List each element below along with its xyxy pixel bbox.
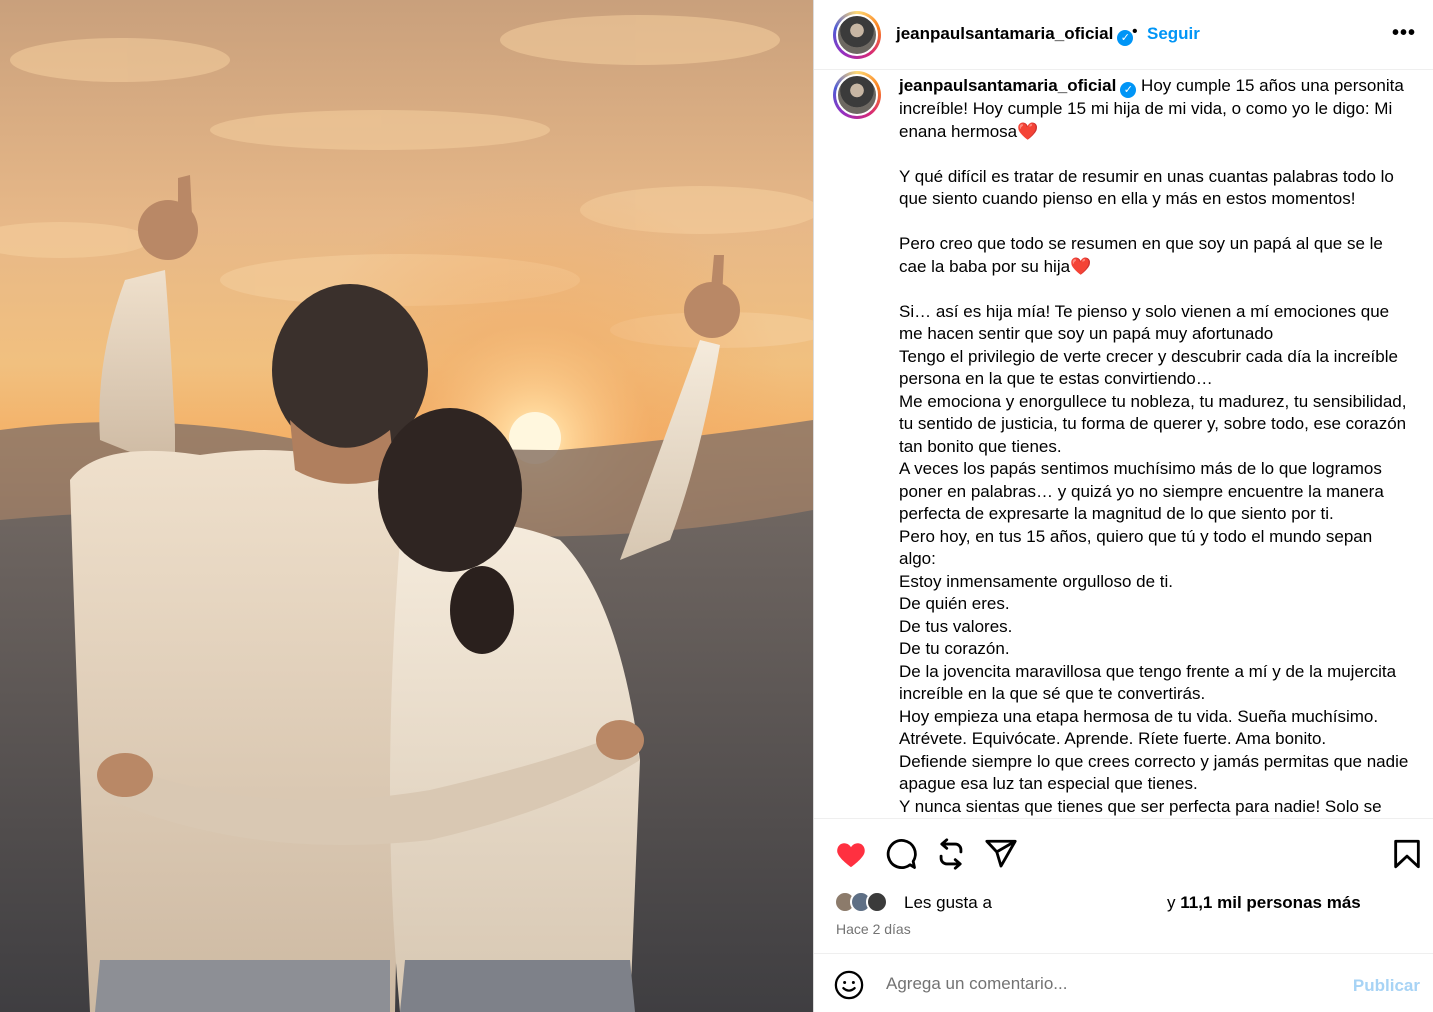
username-link[interactable]: jeanpaulsantamaria_oficial ✓ <box>896 24 1134 46</box>
username-text: jeanpaulsantamaria_oficial <box>896 24 1114 43</box>
caption-username[interactable]: jeanpaulsantamaria_oficial ✓ <box>899 76 1137 98</box>
share-icon[interactable] <box>984 837 1018 871</box>
comment-icon[interactable] <box>884 837 918 871</box>
caption-avatar[interactable] <box>833 71 881 119</box>
post-header: jeanpaulsantamaria_oficial ✓ • Seguir ••• <box>814 0 1433 70</box>
follow-button[interactable]: Seguir <box>1147 24 1200 44</box>
caption-text: Hoy cumple 15 años una personita increíb… <box>899 76 1409 816</box>
emoji-icon[interactable] <box>834 970 864 1000</box>
likes-prefix: Les gusta a <box>904 893 992 912</box>
comment-bar: Publicar <box>814 953 1433 1012</box>
verified-badge-icon: ✓ <box>1120 82 1137 98</box>
avatar[interactable] <box>833 11 881 59</box>
caption-username-text: jeanpaulsantamaria_oficial <box>899 76 1117 95</box>
comment-input[interactable] <box>886 968 1326 1000</box>
verified-badge-icon: ✓ <box>1117 30 1134 46</box>
separator-dot: • <box>1132 23 1138 40</box>
publish-button[interactable]: Publicar <box>1353 976 1420 996</box>
more-options-icon[interactable]: ••• <box>1392 22 1416 45</box>
post-photo-illustration <box>0 0 813 1012</box>
likes-summary[interactable]: Les gusta a y 11,1 mil personas más <box>834 889 1424 915</box>
liker-avatars <box>834 891 900 913</box>
likes-count[interactable]: y 11,1 mil personas más <box>1167 893 1361 913</box>
action-bar: Les gusta a y 11,1 mil personas más Hace… <box>814 818 1433 953</box>
liker-avatar <box>866 891 888 913</box>
post-detail-panel: jeanpaulsantamaria_oficial ✓ • Seguir •••… <box>813 0 1433 1012</box>
caption: jeanpaulsantamaria_oficial ✓ Hoy cumple 1… <box>899 75 1411 817</box>
bookmark-icon[interactable] <box>1390 837 1424 871</box>
repost-icon[interactable] <box>934 837 968 871</box>
heart-filled-icon[interactable] <box>834 837 868 871</box>
caption-scroll-area[interactable]: jeanpaulsantamaria_oficial ✓ Hoy cumple 1… <box>814 71 1433 817</box>
likes-count-text: 11,1 mil personas más <box>1180 893 1361 912</box>
post-timestamp[interactable]: Hace 2 días <box>836 921 911 937</box>
post-image[interactable] <box>0 0 813 1012</box>
likes-connector: y <box>1167 893 1181 912</box>
